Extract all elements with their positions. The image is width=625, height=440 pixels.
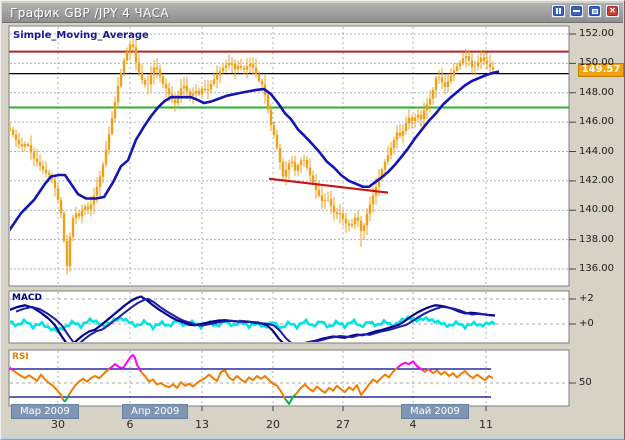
price-axis-label: 150.00 bbox=[579, 57, 614, 68]
time-axis-week-label: 6 bbox=[116, 418, 144, 431]
time-axis-month-badge: Апр 2009 bbox=[122, 404, 188, 419]
price-axis-label: 142.00 bbox=[579, 175, 614, 186]
time-axis-month-badge: Мар 2009 bbox=[11, 404, 79, 419]
chart-canvas[interactable] bbox=[1, 1, 625, 440]
price-axis-label: 136.00 bbox=[579, 263, 614, 274]
price-axis-label: 152.00 bbox=[579, 28, 614, 39]
time-axis-month-badge: Май 2009 bbox=[401, 404, 469, 419]
sma-indicator-label: Simple_Moving_Average bbox=[13, 30, 149, 41]
rsi-indicator-label: RSI bbox=[12, 352, 29, 362]
time-axis-week-label: 4 bbox=[399, 418, 427, 431]
price-axis-label: 138.00 bbox=[579, 234, 614, 245]
time-axis-week-label: 13 bbox=[188, 418, 216, 431]
time-axis-week-label: 30 bbox=[44, 418, 72, 431]
time-axis-week-label: 27 bbox=[329, 418, 357, 431]
time-axis-week-label: 11 bbox=[472, 418, 500, 431]
window-bottom-edge bbox=[1, 436, 625, 439]
chart-window: График GBP /JPY 4 ЧАСА ✕ Simple_Moving_A… bbox=[0, 0, 625, 440]
price-axis-label: 140.00 bbox=[579, 204, 614, 215]
macd-indicator-label: MACD bbox=[12, 293, 42, 303]
macd-axis-label: +2 bbox=[579, 293, 594, 304]
price-axis-label: 148.00 bbox=[579, 87, 614, 98]
price-axis-label: 146.00 bbox=[579, 116, 614, 127]
rsi-axis-label: 50 bbox=[579, 377, 592, 388]
time-axis-week-label: 20 bbox=[259, 418, 287, 431]
panel-main[interactable] bbox=[9, 26, 569, 286]
macd-axis-label: +0 bbox=[579, 318, 594, 329]
price-axis-label: 144.00 bbox=[579, 146, 614, 157]
